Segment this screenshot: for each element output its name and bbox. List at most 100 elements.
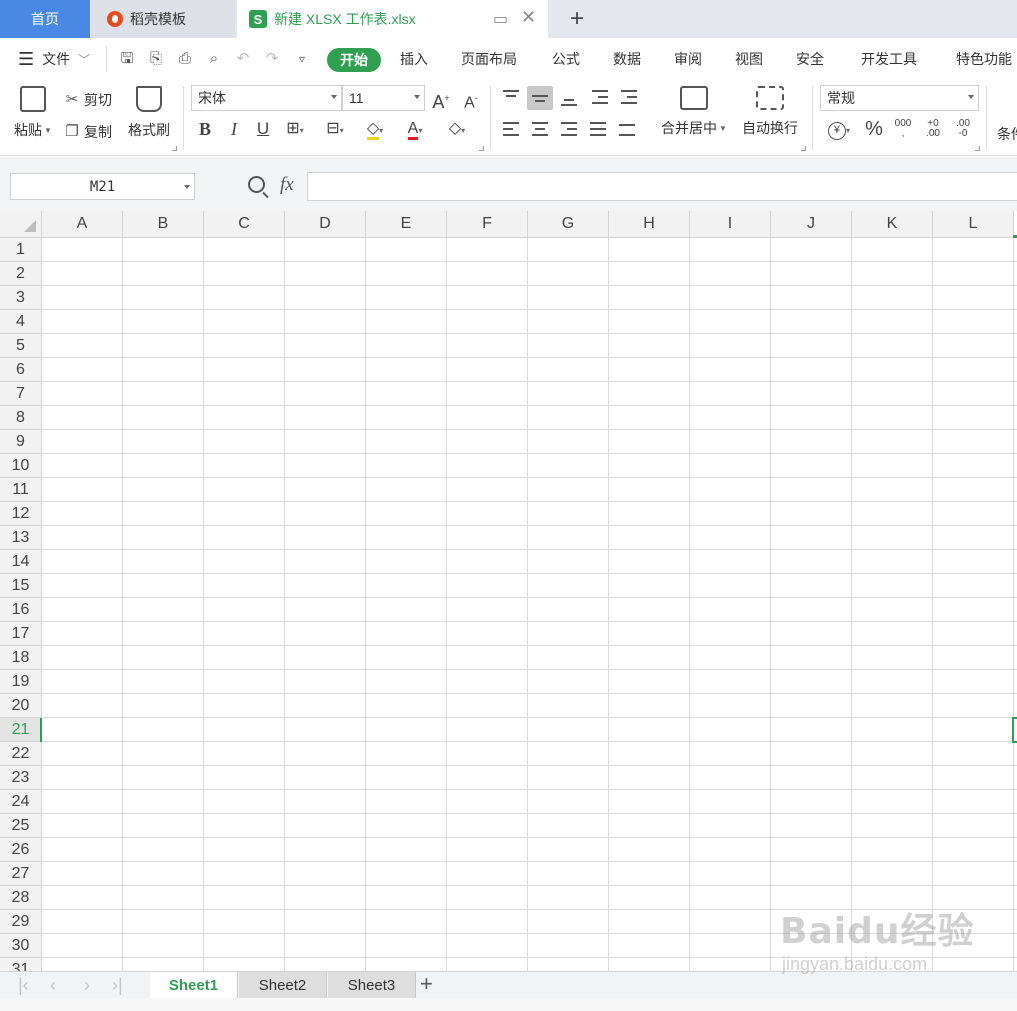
copy-button[interactable]: ❐ 复制 bbox=[64, 122, 112, 142]
column-header[interactable]: G bbox=[528, 211, 609, 238]
row-header[interactable]: 17 bbox=[0, 622, 42, 646]
number-group-launcher[interactable] bbox=[975, 146, 980, 151]
menu-tab-data[interactable]: 数据 bbox=[613, 38, 641, 80]
add-sheet-icon[interactable]: + bbox=[420, 971, 433, 997]
next-sheet-icon[interactable]: › bbox=[84, 975, 90, 996]
row-header[interactable]: 14 bbox=[0, 550, 42, 574]
tab-home[interactable]: 首页 bbox=[0, 0, 90, 38]
decrease-indent-icon[interactable] bbox=[590, 88, 610, 106]
row-header[interactable]: 9 bbox=[0, 430, 42, 454]
align-left-icon[interactable] bbox=[501, 120, 521, 138]
name-box[interactable]: M21 bbox=[10, 173, 195, 200]
export-icon[interactable]: ⎘ bbox=[146, 50, 166, 68]
first-sheet-icon[interactable]: |‹ bbox=[18, 975, 29, 996]
underline-icon[interactable]: U bbox=[252, 119, 274, 139]
row-header[interactable]: 13 bbox=[0, 526, 42, 550]
increase-decimal-icon[interactable]: +0.00 bbox=[922, 119, 944, 139]
row-header[interactable]: 26 bbox=[0, 838, 42, 862]
sheet-tab-3[interactable]: Sheet3 bbox=[328, 972, 416, 998]
row-header[interactable]: 23 bbox=[0, 766, 42, 790]
redo-icon[interactable]: ↷ bbox=[262, 50, 282, 68]
font-name-select[interactable]: 宋体 bbox=[191, 85, 342, 111]
row-header[interactable]: 28 bbox=[0, 886, 42, 910]
menu-tab-start[interactable]: 开始 bbox=[327, 48, 381, 72]
row-header[interactable]: 20 bbox=[0, 694, 42, 718]
column-header[interactable]: H bbox=[609, 211, 690, 238]
cell-fill-icon[interactable]: ⊟▾ bbox=[324, 119, 346, 139]
row-header[interactable]: 24 bbox=[0, 790, 42, 814]
menu-tab-formulas[interactable]: 公式 bbox=[552, 38, 580, 80]
close-tab-icon[interactable]: ✕ bbox=[521, 7, 536, 28]
row-header[interactable]: 25 bbox=[0, 814, 42, 838]
cut-button[interactable]: ✂ 剪切 bbox=[64, 90, 112, 110]
font-size-select[interactable]: 11 bbox=[342, 85, 425, 111]
undo-icon[interactable]: ↶ bbox=[233, 50, 253, 68]
decrease-font-icon[interactable]: A- bbox=[460, 88, 482, 111]
increase-font-icon[interactable]: A+ bbox=[430, 88, 452, 112]
formula-input[interactable] bbox=[307, 172, 1017, 201]
column-header[interactable]: K bbox=[852, 211, 933, 238]
align-center-icon[interactable] bbox=[530, 120, 550, 138]
column-header[interactable]: A bbox=[42, 211, 123, 238]
number-format-select[interactable]: 常规 bbox=[820, 85, 979, 111]
row-header[interactable]: 3 bbox=[0, 286, 42, 310]
print-preview-icon[interactable]: ⌕ bbox=[204, 50, 224, 68]
save-icon[interactable]: 🖫 bbox=[117, 50, 137, 68]
row-header[interactable]: 7 bbox=[0, 382, 42, 406]
row-header[interactable]: 10 bbox=[0, 454, 42, 478]
align-middle-icon[interactable] bbox=[527, 86, 553, 110]
column-header[interactable]: F bbox=[447, 211, 528, 238]
print-icon[interactable]: ⎙ bbox=[175, 50, 195, 68]
increase-indent-icon[interactable] bbox=[619, 88, 639, 106]
clipboard-group-launcher[interactable] bbox=[172, 146, 177, 151]
row-header[interactable]: 21 bbox=[0, 718, 42, 742]
menu-tab-page-layout[interactable]: 页面布局 bbox=[461, 38, 517, 80]
customize-icon[interactable]: ▿ bbox=[292, 50, 312, 68]
sheet-tab-2[interactable]: Sheet2 bbox=[239, 972, 327, 998]
column-header[interactable]: L bbox=[933, 211, 1014, 238]
pin-window-icon[interactable]: ▭ bbox=[493, 9, 508, 29]
currency-icon[interactable]: ¥ ▾ bbox=[822, 119, 856, 140]
font-color-icon[interactable]: A▾ bbox=[404, 119, 426, 140]
distributed-icon[interactable] bbox=[617, 120, 637, 138]
thousands-icon[interactable]: 000, bbox=[892, 119, 914, 139]
fill-color-icon[interactable]: ◇▾ bbox=[364, 119, 386, 140]
border-icon[interactable]: ⊞▾ bbox=[284, 119, 306, 139]
active-cell[interactable] bbox=[1012, 717, 1017, 743]
row-header[interactable]: 1 bbox=[0, 238, 42, 262]
font-group-launcher[interactable] bbox=[479, 146, 484, 151]
function-icon[interactable]: fx bbox=[280, 174, 294, 196]
row-header[interactable]: 30 bbox=[0, 934, 42, 958]
row-header[interactable]: 11 bbox=[0, 478, 42, 502]
align-bottom-icon[interactable] bbox=[559, 88, 579, 106]
prev-sheet-icon[interactable]: ‹ bbox=[50, 975, 56, 996]
row-header[interactable]: 16 bbox=[0, 598, 42, 622]
menu-tab-review[interactable]: 审阅 bbox=[674, 38, 702, 80]
percent-icon[interactable]: % bbox=[863, 119, 885, 139]
zoom-search-icon[interactable] bbox=[248, 176, 265, 193]
menu-tab-special[interactable]: 特色功能 bbox=[956, 38, 1012, 80]
row-header[interactable]: 18 bbox=[0, 646, 42, 670]
format-painter-button[interactable]: 格式刷 bbox=[128, 86, 170, 140]
row-header[interactable]: 6 bbox=[0, 358, 42, 382]
column-header[interactable]: J bbox=[771, 211, 852, 238]
sheet-tab-1[interactable]: Sheet1 bbox=[150, 972, 238, 998]
menu-tab-insert[interactable]: 插入 bbox=[400, 38, 428, 80]
tab-file[interactable]: S 新建 XLSX 工作表.xlsx ▭ ✕ bbox=[237, 0, 548, 38]
menu-tab-security[interactable]: 安全 bbox=[796, 38, 824, 80]
new-tab-button[interactable]: + bbox=[560, 0, 594, 38]
row-header[interactable]: 5 bbox=[0, 334, 42, 358]
column-header[interactable]: C bbox=[204, 211, 285, 238]
decrease-decimal-icon[interactable]: .00 -0 bbox=[952, 119, 974, 139]
row-header[interactable]: 15 bbox=[0, 574, 42, 598]
paste-button[interactable]: 粘贴 ▼ bbox=[14, 86, 52, 140]
bold-icon[interactable]: B bbox=[194, 119, 216, 139]
align-top-icon[interactable] bbox=[501, 88, 521, 106]
last-sheet-icon[interactable]: ›| bbox=[112, 975, 123, 996]
clear-format-icon[interactable]: ◇▾ bbox=[446, 119, 468, 139]
italic-icon[interactable]: I bbox=[223, 119, 245, 139]
row-header[interactable]: 22 bbox=[0, 742, 42, 766]
justify-icon[interactable] bbox=[588, 120, 608, 138]
select-all-corner[interactable] bbox=[0, 211, 42, 238]
row-header[interactable]: 27 bbox=[0, 862, 42, 886]
